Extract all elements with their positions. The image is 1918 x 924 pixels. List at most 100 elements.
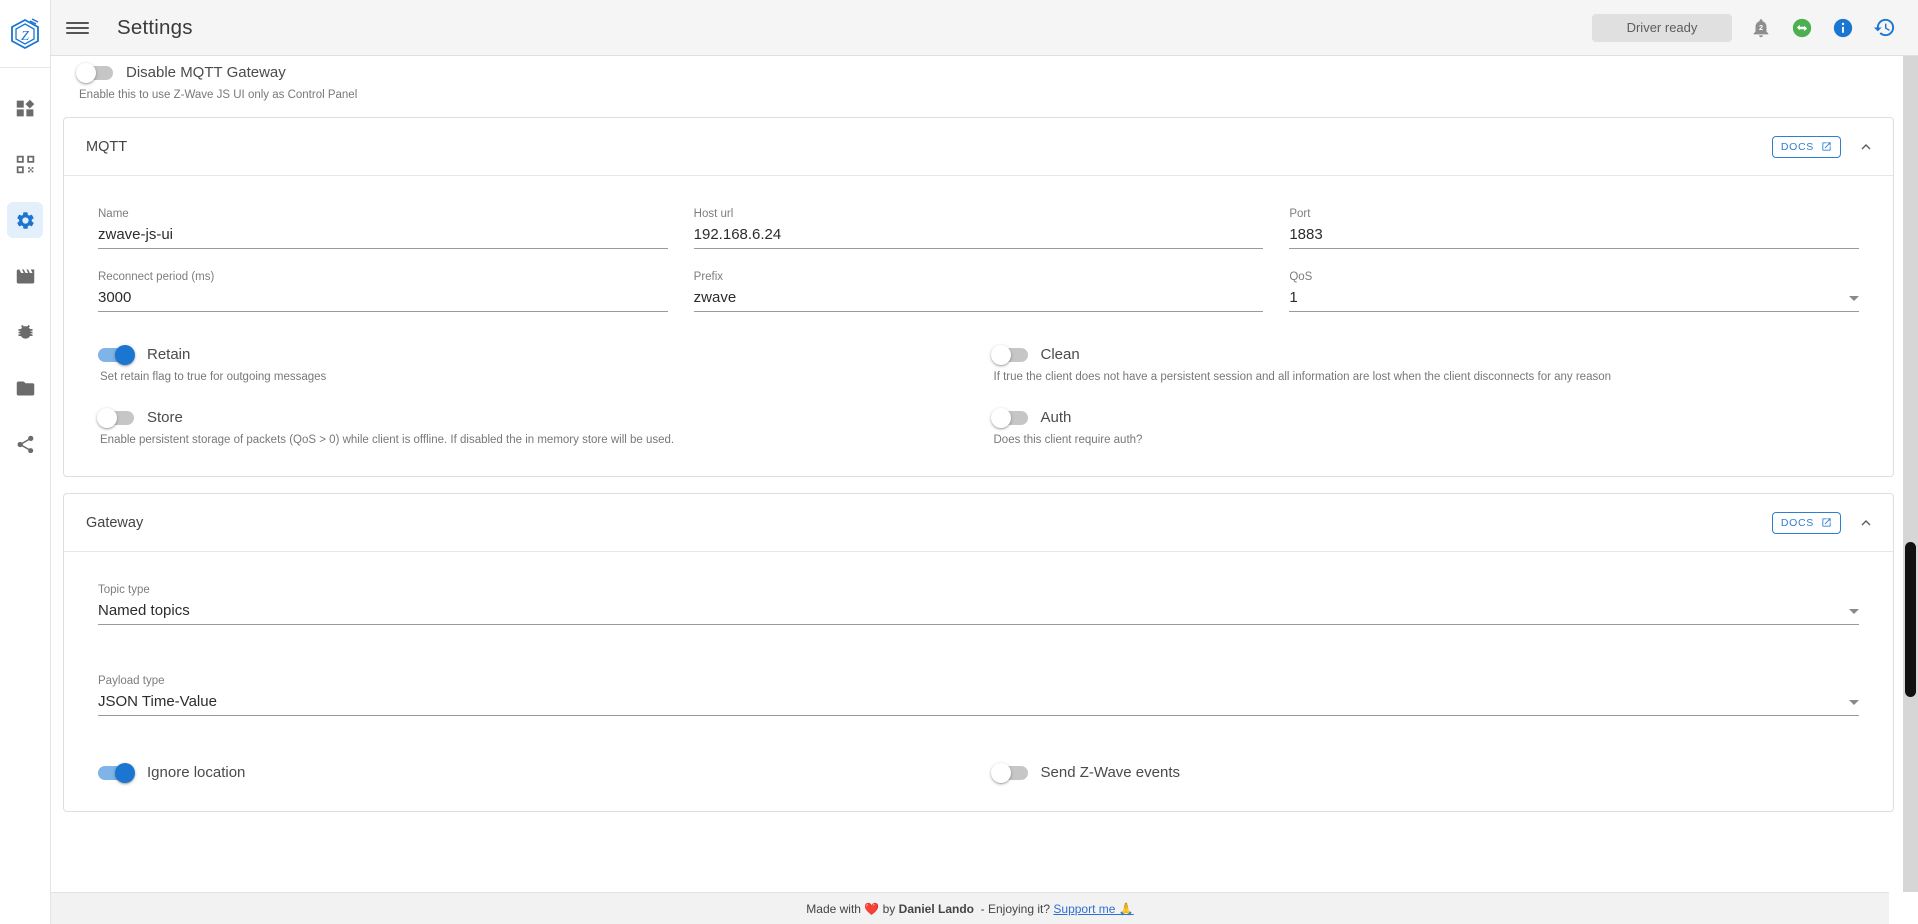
send-zwave-events-label: Send Z-Wave events xyxy=(1040,764,1181,781)
settings-scroll-area[interactable]: Disable MQTT Gateway Enable this to use … xyxy=(51,56,1906,924)
driver-status-chip[interactable]: Driver ready xyxy=(1592,13,1732,42)
mqtt-card-body: Name zwave-js-ui Host url 192.168.6.24 P… xyxy=(64,176,1893,476)
switch-retain: Retain Set retain flag to true for outgo… xyxy=(98,312,966,383)
retain-toggle[interactable] xyxy=(98,344,135,365)
gateway-docs-label: DOCS xyxy=(1780,516,1814,529)
disable-mqtt-gateway-row: Disable MQTT Gateway Enable this to use … xyxy=(63,56,1894,101)
sidebar-item-store[interactable] xyxy=(7,370,43,406)
sidebar-item-network-graph[interactable] xyxy=(7,426,43,462)
store-toggle[interactable] xyxy=(97,407,134,428)
mqtt-collapse-button[interactable] xyxy=(1855,136,1877,158)
support-me-link[interactable]: Support me 🙏 xyxy=(1053,902,1133,916)
ignore-location-toggle[interactable] xyxy=(98,762,135,783)
field-topic-type: Topic type Named topics xyxy=(98,562,1859,625)
toggle-thumb xyxy=(97,407,117,428)
mqtt-fields-row-2: Reconnect period (ms) 3000 Prefix zwave … xyxy=(98,249,1859,312)
toggle-thumb xyxy=(115,762,135,783)
folder-icon xyxy=(16,381,34,395)
footer-enjoying: - Enjoying it? xyxy=(980,901,1051,916)
zwave-logo-icon: Z xyxy=(11,17,39,49)
store-hint: Enable persistent storage of packets (Qo… xyxy=(100,434,675,446)
mqtt-switches: Retain Set retain flag to true for outgo… xyxy=(97,312,1859,446)
external-link-icon xyxy=(1822,518,1831,527)
app-logo[interactable]: Z xyxy=(0,0,51,68)
mqtt-docs-label: DOCS xyxy=(1780,140,1814,153)
clean-toggle[interactable] xyxy=(990,344,1028,365)
chevron-down-icon[interactable] xyxy=(1849,700,1859,705)
store-label: Store xyxy=(147,409,183,426)
field-reconnect-period-input[interactable]: 3000 xyxy=(98,289,668,306)
field-qos: QoS 1 xyxy=(1289,249,1859,312)
disable-mqtt-gateway-label: Disable MQTT Gateway xyxy=(126,64,286,81)
field-name-input[interactable]: zwave-js-ui xyxy=(98,226,668,243)
toggle-thumb xyxy=(990,762,1011,783)
sidebar-item-scenes[interactable] xyxy=(7,258,43,294)
send-zwave-events-toggle[interactable] xyxy=(990,762,1028,783)
connection-status-button[interactable] xyxy=(1790,16,1814,40)
info-circle-icon xyxy=(1833,18,1853,37)
external-link-icon xyxy=(1822,142,1831,151)
auth-hint: Does this client require auth? xyxy=(993,434,1143,446)
field-host-url: Host url 192.168.6.24 xyxy=(693,186,1264,249)
sidebar-item-debug[interactable] xyxy=(7,314,43,350)
field-topic-type-select[interactable]: Named topics xyxy=(98,602,1849,619)
field-prefix-label: Prefix xyxy=(693,271,724,283)
disable-mqtt-gateway-hint: Enable this to use Z-Wave JS UI only as … xyxy=(79,89,358,101)
retain-label: Retain xyxy=(147,346,191,363)
vertical-scrollbar[interactable] xyxy=(1903,56,1918,892)
scrollbar-thumb[interactable] xyxy=(1905,542,1916,697)
chevron-down-icon[interactable] xyxy=(1849,609,1859,614)
movie-clapper-icon xyxy=(16,269,34,283)
field-topic-type-label: Topic type xyxy=(98,584,150,596)
sidebar-item-settings[interactable] xyxy=(7,202,43,238)
field-payload-type-label: Payload type xyxy=(98,675,165,687)
mqtt-card-header: MQTT DOCS xyxy=(64,118,1893,176)
toggle-thumb xyxy=(115,344,135,365)
retain-hint: Set retain flag to true for outgoing mes… xyxy=(100,371,327,383)
bell-icon: 2 xyxy=(1753,18,1769,37)
heart-icon: ❤️ xyxy=(864,901,880,916)
field-payload-type-select[interactable]: JSON Time-Value xyxy=(98,693,1849,710)
field-payload-type: Payload type JSON Time-Value xyxy=(98,625,1859,716)
page-title: Settings xyxy=(117,15,193,39)
history-button[interactable] xyxy=(1872,16,1896,40)
swap-horizontal-circle-icon xyxy=(1792,18,1812,37)
gateway-docs-button[interactable]: DOCS xyxy=(1771,511,1841,534)
sidebar-item-dashboard[interactable] xyxy=(7,90,43,126)
chevron-down-icon[interactable] xyxy=(1849,296,1859,301)
mqtt-card-title: MQTT xyxy=(86,138,128,155)
switch-ignore-location: Ignore location xyxy=(98,716,966,783)
clean-hint: If true the client does not have a persi… xyxy=(993,371,1612,383)
field-qos-select[interactable]: 1 xyxy=(1289,289,1849,306)
gateway-collapse-button[interactable] xyxy=(1855,512,1877,534)
switch-store: Store Enable persistent storage of packe… xyxy=(97,383,966,446)
toggle-thumb xyxy=(990,407,1011,428)
sidebar-item-control-panel[interactable] xyxy=(7,146,43,182)
notification-badge-count: 2 xyxy=(1759,22,1763,31)
field-host-url-label: Host url xyxy=(693,208,734,220)
field-qos-label: QoS xyxy=(1289,271,1313,283)
mesh-nodes-icon xyxy=(16,155,34,173)
ignore-location-label: Ignore location xyxy=(147,764,246,781)
mqtt-docs-button[interactable]: DOCS xyxy=(1771,135,1841,158)
footer-author: Daniel Lando xyxy=(898,901,974,916)
hamburger-menu-icon[interactable] xyxy=(51,0,103,56)
disable-mqtt-gateway-toggle[interactable] xyxy=(76,62,113,83)
auth-toggle[interactable] xyxy=(990,407,1028,428)
header-actions: Driver ready 2 xyxy=(1592,13,1896,42)
field-host-url-input[interactable]: 192.168.6.24 xyxy=(694,226,1264,243)
field-prefix-input[interactable]: zwave xyxy=(694,289,1264,306)
gateway-card: Gateway DOCS Topic type Named topics Pay… xyxy=(63,493,1894,812)
notifications-button[interactable]: 2 xyxy=(1749,16,1773,40)
restore-history-icon xyxy=(1873,18,1894,37)
dashboard-widgets-icon xyxy=(16,99,34,116)
field-port: Port 1883 xyxy=(1289,186,1859,249)
field-prefix: Prefix zwave xyxy=(693,249,1264,312)
field-port-input[interactable]: 1883 xyxy=(1289,226,1859,243)
share-nodes-icon xyxy=(17,435,33,453)
info-button[interactable] xyxy=(1831,16,1855,40)
field-reconnect-period-label: Reconnect period (ms) xyxy=(98,271,215,283)
left-nav-rail: Z xyxy=(0,0,51,924)
gear-icon xyxy=(16,211,34,229)
mqtt-card: MQTT DOCS Name zwave-js-ui Host url 192.… xyxy=(63,117,1894,477)
